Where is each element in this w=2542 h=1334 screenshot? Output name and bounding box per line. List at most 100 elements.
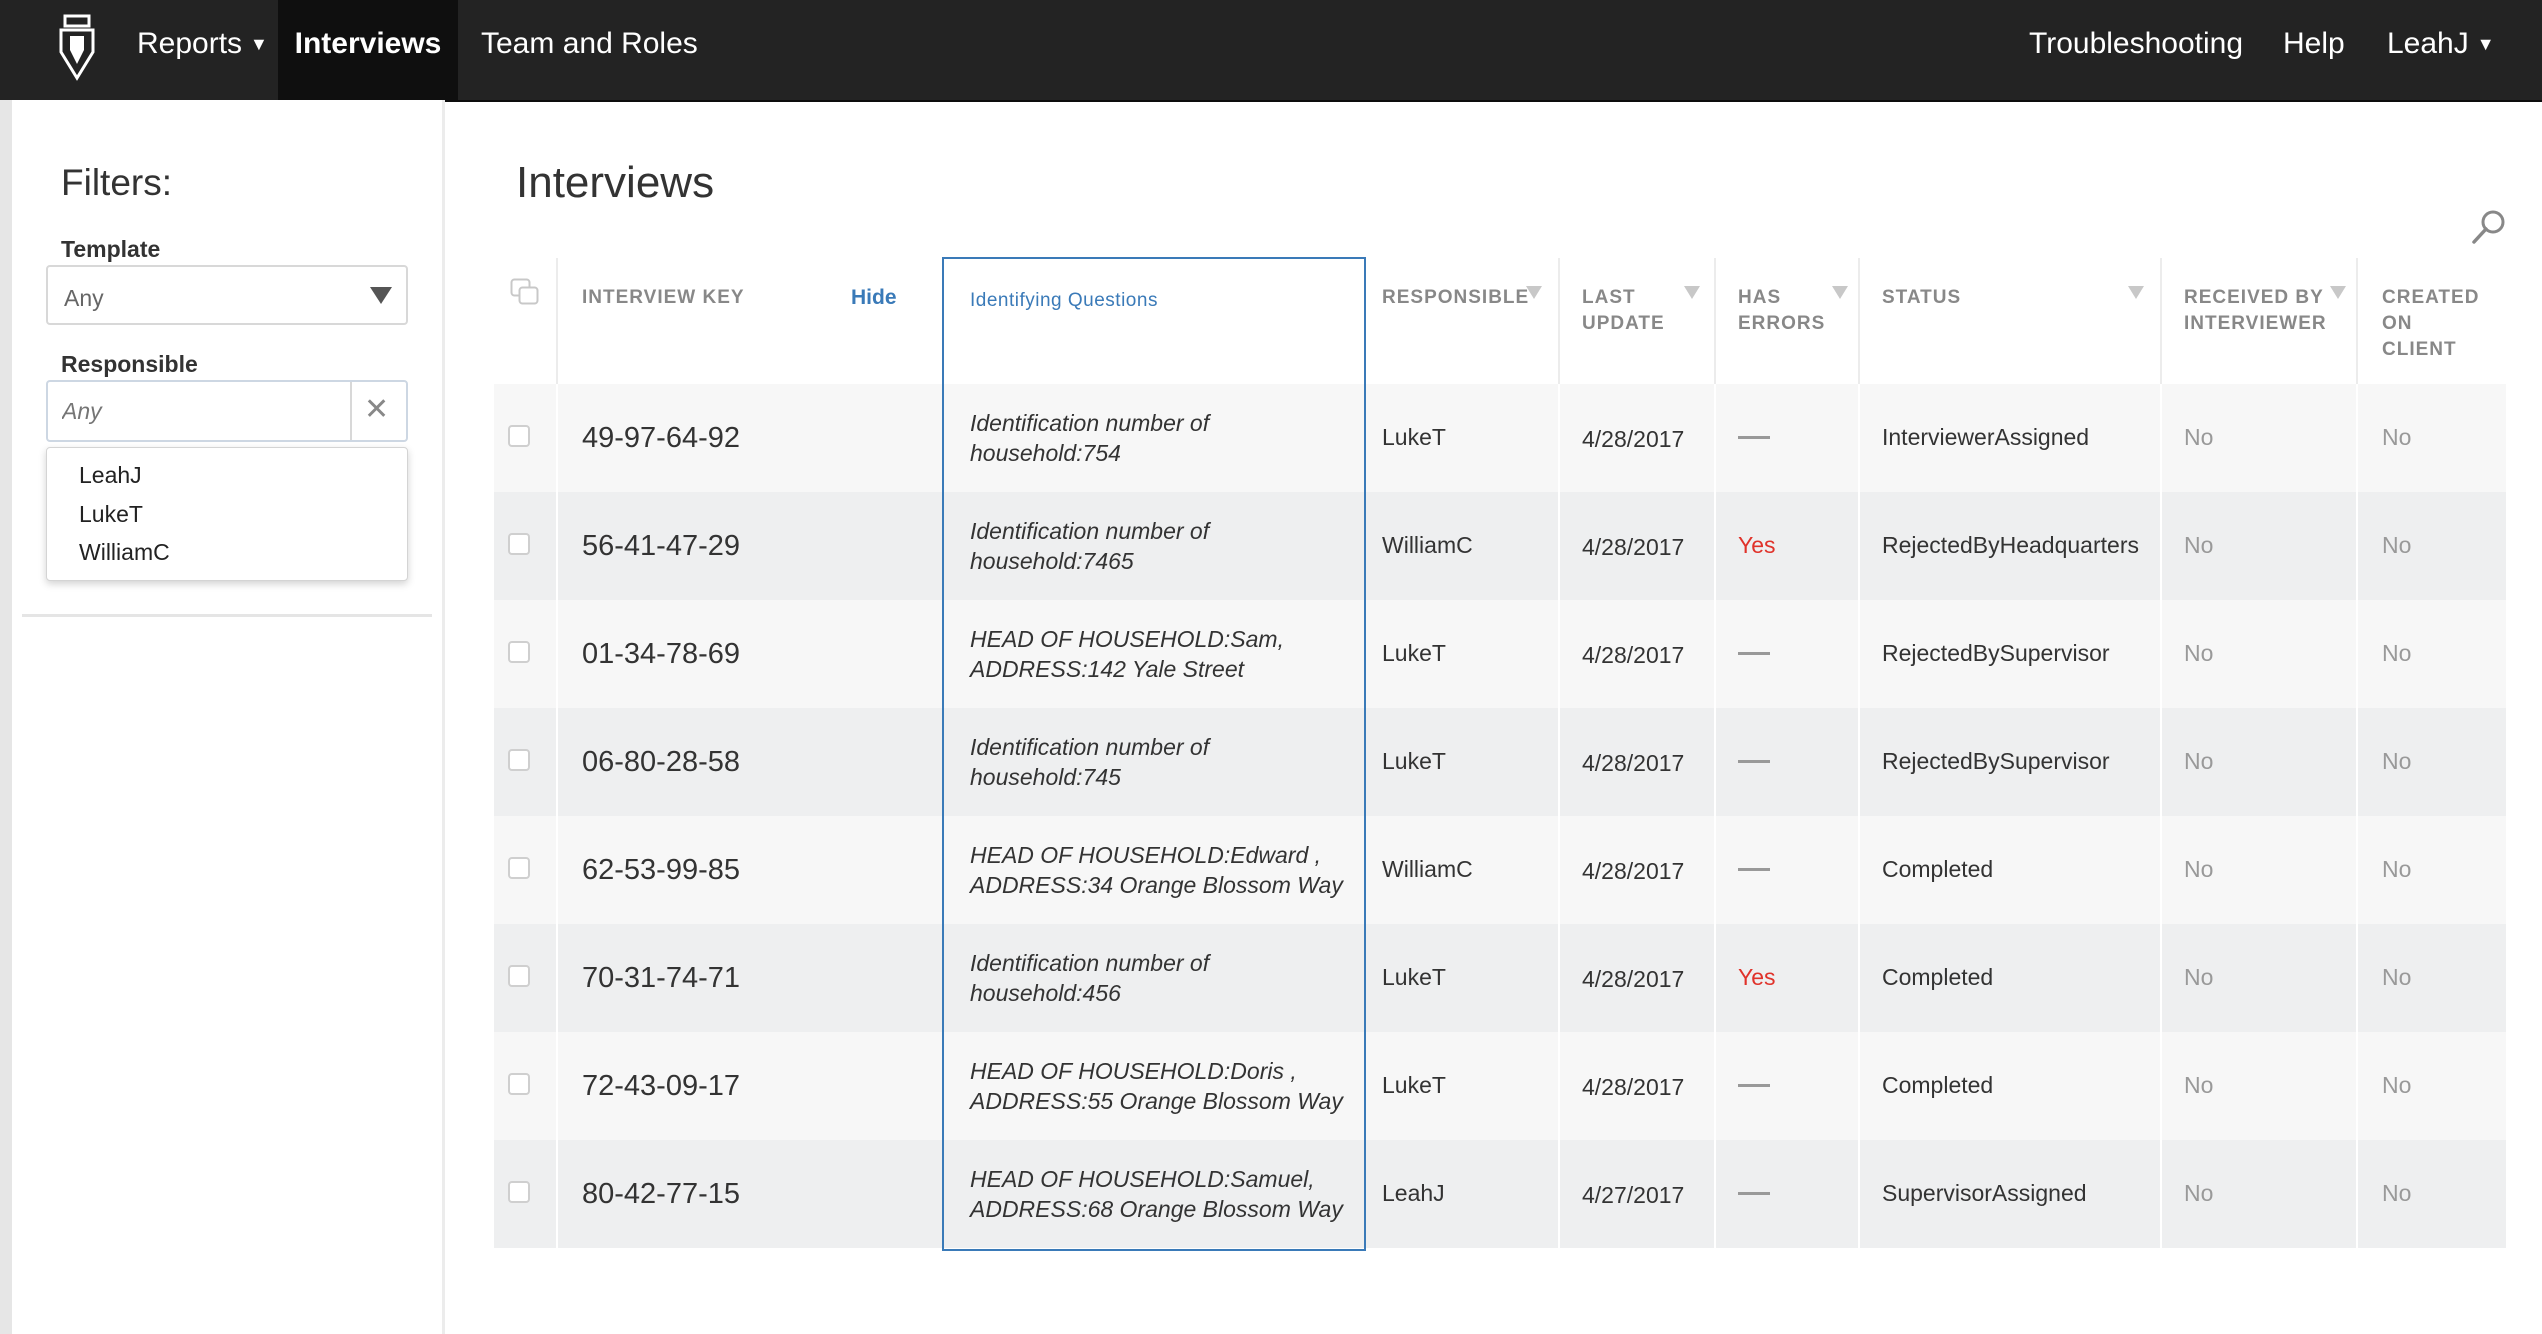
nav-reports[interactable]: Reports ▼	[137, 0, 268, 100]
header-status[interactable]: STATUS	[1860, 258, 2162, 384]
row-select-cell	[494, 1032, 558, 1140]
interview-key-link[interactable]: 56-41-47-29	[582, 530, 740, 563]
nav-reports-label: Reports	[137, 27, 243, 60]
header-responsible[interactable]: RESPONSIBLE	[1366, 258, 1560, 384]
nav-help-label: Help	[2283, 27, 2345, 60]
table-header: INTERVIEW KEY Hide Identifying Questions…	[494, 258, 2506, 384]
header-created-line3: CLIENT	[2382, 339, 2457, 360]
column-filter-icon[interactable]	[1684, 286, 1700, 299]
page-title: Interviews	[516, 158, 715, 207]
responsible-value: WilliamC	[1382, 532, 1473, 558]
column-filter-icon[interactable]	[1832, 286, 1848, 299]
sidebar-divider	[22, 614, 432, 617]
received-value: No	[2184, 640, 2214, 666]
template-filter-label: Template	[61, 236, 161, 262]
responsible-value: LukeT	[1382, 1072, 1446, 1098]
template-select[interactable]: Any	[46, 265, 408, 325]
row-checkbox[interactable]	[508, 533, 530, 555]
interview-key-link[interactable]: 62-53-99-85	[582, 854, 740, 887]
clear-icon[interactable]: ✕	[364, 392, 389, 428]
nav-help[interactable]: Help	[2283, 0, 2345, 100]
header-created-on-client[interactable]: CREATED ON CLIENT	[2358, 258, 2506, 384]
select-all-icon[interactable]	[510, 278, 540, 306]
table-row[interactable]: 70-31-74-71 Identification number of house…	[494, 924, 2506, 1032]
table-row[interactable]: 06-80-28-58 Identification number of house…	[494, 708, 2506, 816]
created-on-client-cell: No	[2358, 492, 2506, 600]
table-row[interactable]: 01-34-78-69 HEAD OF HOUSEHOLD:Sam, ADDRESS…	[494, 600, 2506, 708]
received-by-interviewer-cell: No	[2162, 492, 2358, 600]
interview-key-link[interactable]: 49-97-64-92	[582, 422, 740, 455]
interview-key-link[interactable]: 80-42-77-15	[582, 1178, 740, 1211]
table-row[interactable]: 80-42-77-15 HEAD OF HOUSEHOLD:Samuel, ADDR…	[494, 1140, 2506, 1248]
table-row[interactable]: 56-41-47-29 Identification number of house…	[494, 492, 2506, 600]
responsible-filter-label: Responsible	[61, 351, 198, 377]
header-has-errors-line2: ERRORS	[1738, 313, 1826, 334]
row-checkbox[interactable]	[508, 641, 530, 663]
status-value: Completed	[1882, 1072, 1994, 1098]
header-has-errors[interactable]: HAS ERRORS	[1716, 258, 1860, 384]
row-checkbox[interactable]	[508, 749, 530, 771]
interview-key-link[interactable]: 72-43-09-17	[582, 1070, 740, 1103]
header-interview-key[interactable]: INTERVIEW KEY Hide	[558, 258, 942, 384]
nav-team-and-roles[interactable]: Team and Roles	[481, 0, 698, 100]
dropdown-option-leahj[interactable]: LeahJ	[79, 462, 142, 489]
dropdown-option-luket[interactable]: LukeT	[79, 501, 143, 528]
row-select-cell	[494, 924, 558, 1032]
status-value: RejectedBySupervisor	[1882, 640, 2110, 666]
hide-link[interactable]: Hide	[851, 285, 897, 311]
interview-key-link[interactable]: 01-34-78-69	[582, 638, 740, 671]
header-responsible-label: RESPONSIBLE	[1382, 287, 1530, 308]
interview-key-cell: 49-97-64-92	[558, 384, 942, 492]
responsible-cell: LukeT	[1366, 600, 1560, 708]
search-icon[interactable]	[2470, 208, 2508, 246]
status-cell: InterviewerAssigned	[1860, 384, 2162, 492]
received-by-interviewer-cell: No	[2162, 708, 2358, 816]
column-filter-icon[interactable]	[1526, 286, 1542, 299]
status-value: RejectedByHeadquarters	[1882, 532, 2139, 558]
responsible-value: LukeT	[1382, 424, 1446, 450]
identifying-questions-cell: HEAD OF HOUSEHOLD:Edward , ADDRESS:34 Ora…	[942, 816, 1366, 924]
column-filter-icon[interactable]	[2330, 286, 2346, 299]
identifying-question-line: HEAD OF HOUSEHOLD:Edward ,	[970, 842, 1322, 868]
header-received-line2: INTERVIEWER	[2184, 313, 2327, 334]
responsible-input[interactable]	[48, 382, 348, 440]
interview-key-cell: 70-31-74-71	[558, 924, 942, 1032]
identifying-question-line: Identification number of	[970, 950, 1210, 976]
table-row[interactable]: 62-53-99-85 HEAD OF HOUSEHOLD:Edward , ADD…	[494, 816, 2506, 924]
chevron-down-icon: ▼	[2476, 34, 2495, 54]
last-update-cell: 4/28/2017	[1560, 492, 1716, 600]
row-checkbox[interactable]	[508, 965, 530, 987]
header-last-update-line1: LAST	[1582, 287, 1636, 308]
last-update-cell: 4/28/2017	[1560, 708, 1716, 816]
created-on-client-cell: No	[2358, 708, 2506, 816]
filters-title: Filters:	[61, 162, 172, 203]
nav-troubleshooting-label: Troubleshooting	[2029, 27, 2244, 60]
dropdown-option-williamc[interactable]: WilliamC	[79, 539, 170, 566]
nav-interviews[interactable]: Interviews	[278, 0, 458, 100]
interview-key-link[interactable]: 70-31-74-71	[582, 962, 740, 995]
received-value: No	[2184, 1072, 2214, 1098]
app-logo-icon[interactable]	[56, 12, 98, 82]
header-last-update[interactable]: LAST UPDATE	[1560, 258, 1716, 384]
no-errors-dash-icon	[1738, 1192, 1770, 1195]
last-update-cell: 4/28/2017	[1560, 600, 1716, 708]
user-menu[interactable]: LeahJ ▼	[2387, 0, 2495, 100]
row-checkbox[interactable]	[508, 1073, 530, 1095]
interview-key-link[interactable]: 06-80-28-58	[582, 746, 740, 779]
identifying-question-line: ADDRESS:68 Orange Blossom Way	[970, 1196, 1343, 1222]
received-value: No	[2184, 964, 2214, 990]
responsible-cell: LukeT	[1366, 708, 1560, 816]
nav-troubleshooting[interactable]: Troubleshooting	[2029, 0, 2243, 100]
row-checkbox[interactable]	[508, 1181, 530, 1203]
table-row[interactable]: 72-43-09-17 HEAD OF HOUSEHOLD:Doris , ADDR…	[494, 1032, 2506, 1140]
header-received-by-interviewer[interactable]: RECEIVED BY INTERVIEWER	[2162, 258, 2358, 384]
received-by-interviewer-cell: No	[2162, 816, 2358, 924]
header-identifying-questions[interactable]: Identifying Questions	[942, 258, 1366, 384]
created-on-client-cell: No	[2358, 600, 2506, 708]
column-filter-icon[interactable]	[2128, 286, 2144, 299]
has-errors-cell	[1716, 1032, 1860, 1140]
table-row[interactable]: 49-97-64-92 Identification number of house…	[494, 384, 2506, 492]
interview-key-cell: 80-42-77-15	[558, 1140, 942, 1248]
row-checkbox[interactable]	[508, 857, 530, 879]
row-checkbox[interactable]	[508, 425, 530, 447]
